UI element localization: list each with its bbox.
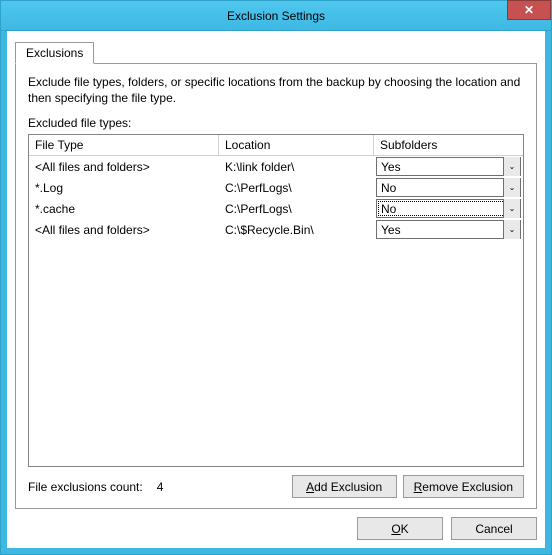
dialog-buttons: OK Cancel [15,509,537,540]
grid-body: <All files and folders>K:\link folder\Ye… [29,156,523,466]
column-header-filetype[interactable]: File Type [29,135,219,155]
cell-subfolders: No ⌄ [374,199,523,218]
cancel-button[interactable]: Cancel [451,517,537,540]
cell-subfolders: No ⌄ [374,178,523,197]
cell-location: K:\link folder\ [219,160,374,174]
table-row[interactable]: <All files and folders>K:\link folder\Ye… [29,156,523,177]
cell-filetype: <All files and folders> [29,223,219,237]
remove-exclusion-button[interactable]: Remove Exclusion [403,475,524,498]
cell-location: C:\PerfLogs\ [219,202,374,216]
chevron-down-icon: ⌄ [503,199,520,218]
footer-row: File exclusions count: 4 Add Exclusion R… [28,475,524,498]
cell-location: C:\$Recycle.Bin\ [219,223,374,237]
cell-location: C:\PerfLogs\ [219,181,374,195]
close-button[interactable]: ✕ [507,0,551,20]
grid-header: File Type Location Subfolders [29,135,523,156]
cell-filetype: *.Log [29,181,219,195]
dropdown-value: No [381,181,396,195]
subfolders-dropdown[interactable]: Yes ⌄ [376,157,521,176]
table-row[interactable]: <All files and folders>C:\$Recycle.Bin\Y… [29,219,523,240]
subfolders-dropdown[interactable]: Yes ⌄ [376,220,521,239]
cell-subfolders: Yes ⌄ [374,220,523,239]
tab-exclusions[interactable]: Exclusions [15,42,94,64]
tab-strip: Exclusions [15,41,537,63]
add-exclusion-button[interactable]: Add Exclusion [292,475,397,498]
subfolders-dropdown[interactable]: No ⌄ [376,199,521,218]
excluded-label: Excluded file types: [28,116,524,130]
subfolders-dropdown[interactable]: No ⌄ [376,178,521,197]
column-header-subfolders[interactable]: Subfolders [374,135,523,155]
dropdown-value: Yes [381,160,401,174]
count-value: 4 [157,480,164,494]
table-row[interactable]: *.LogC:\PerfLogs\ No ⌄ [29,177,523,198]
tab-page: Exclude file types, folders, or specific… [15,63,537,509]
dropdown-value: Yes [381,223,401,237]
column-header-location[interactable]: Location [219,135,374,155]
chevron-down-icon: ⌄ [503,157,520,176]
exclusions-grid: File Type Location Subfolders <All files… [28,134,524,467]
count-label: File exclusions count: [28,480,143,494]
table-row[interactable]: *.cacheC:\PerfLogs\ No ⌄ [29,198,523,219]
cell-filetype: *.cache [29,202,219,216]
ok-button[interactable]: OK [357,517,443,540]
dropdown-value: No [381,202,396,216]
cell-filetype: <All files and folders> [29,160,219,174]
chevron-down-icon: ⌄ [503,220,520,239]
window-body: Exclusions Exclude file types, folders, … [1,31,551,554]
titlebar: Exclusion Settings ✕ [1,1,551,31]
window: Exclusion Settings ✕ Exclusions Exclude … [0,0,552,555]
cell-subfolders: Yes ⌄ [374,157,523,176]
chevron-down-icon: ⌄ [503,178,520,197]
close-icon: ✕ [524,3,534,17]
description-text: Exclude file types, folders, or specific… [28,74,524,106]
window-title: Exclusion Settings [227,9,325,23]
